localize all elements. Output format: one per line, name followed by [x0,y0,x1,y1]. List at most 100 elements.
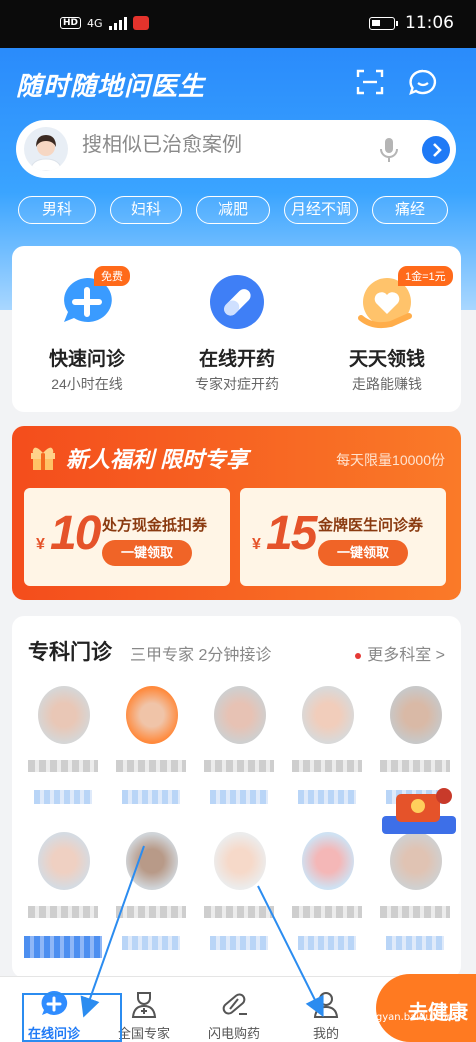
doctor-tag-blurred [386,936,444,950]
doctor-tag-blurred [210,936,268,950]
status-right: 11:06 [369,13,454,33]
doctor-card[interactable] [196,686,282,816]
pill-capsule-icon [222,993,247,1015]
doctor-name-blurred [380,760,450,772]
promo-subtitle: 每天限量10000份 [336,452,445,468]
doctor-card[interactable] [284,686,370,816]
doctor-name-blurred [28,906,98,918]
more-departments-label: 更多科室 > [367,647,445,664]
tag-dysmenorrhea[interactable]: 痛经 [372,196,448,224]
scan-icon[interactable] [356,68,384,96]
tab-label: 闪电购药 [207,1026,260,1041]
chevron-right-icon [433,143,442,157]
highlight-box [22,993,122,1042]
doctor-tag-blurred [210,790,268,804]
claim-button[interactable]: 一键领取 [102,540,192,566]
coupon-name: 金牌医生问诊券 [318,517,424,534]
doctor-card[interactable] [372,832,458,962]
more-departments-link[interactable]: 更多科室 > [355,641,445,665]
doctor-photo [214,686,266,744]
microphone-icon[interactable] [378,136,400,164]
coupon-amount: 15 [266,507,317,560]
status-bar: HD 4G 11:06 [0,0,476,48]
section-subtitle: 三甲专家 2分钟接诊 [130,647,272,664]
doctor-card[interactable] [284,832,370,962]
doctor-card[interactable] [20,832,106,962]
doctor-card[interactable] [108,832,194,962]
doctor-tag-blurred [34,790,92,804]
gift-icon [31,447,55,470]
doctor-tag-blurred [24,936,102,958]
service-daily-earn[interactable]: 1金=1元 天天领钱 走路能赚钱 [312,246,462,412]
service-quick-consult[interactable]: 免费 快速问诊 24小时在线 [12,246,162,412]
wechat-notification-icon [132,16,149,30]
promo-title: 新人福利 限时专享 [66,447,249,472]
doctor-card[interactable] [20,686,106,816]
network-label: 4G [87,16,103,30]
pill-icon [210,275,264,329]
coupon-name: 处方现金抵扣券 [102,517,208,534]
doctor-name-blurred [380,906,450,918]
doctor-card[interactable] [108,686,194,816]
doctor-avatar [24,127,68,171]
doctor-photo [214,832,266,890]
doctor-photo [390,686,442,744]
tag-gynecology[interactable]: 妇科 [110,196,182,224]
tag-irregular-menstruation[interactable]: 月经不调 [284,196,358,224]
doctor-name-blurred [116,906,186,918]
doctor-photo [38,686,90,744]
signal-icon [108,16,127,30]
search-bar[interactable] [16,120,456,178]
claim-button[interactable]: 一键领取 [318,540,408,566]
doctor-tag-blurred [298,936,356,950]
doctor-name-blurred [28,760,98,772]
coin-rate-badge: 1金=1元 [398,266,453,286]
doctor-name-blurred [204,906,274,918]
service-title: 天天领钱 [348,349,425,370]
red-packet-float-icon[interactable] [376,786,462,838]
quick-tags: 男科 妇科 减肥 月经不调 痛经 [18,196,448,224]
doctor-photo [126,686,178,744]
new-user-promo: 新人福利 限时专享 每天限量10000份 ¥ 10 处方现金抵扣券 一键领取 ¥… [12,426,461,600]
doctor-name-blurred [292,906,362,918]
tab-flash-pharmacy[interactable]: 闪电购药 [184,977,284,1042]
tag-andrology[interactable]: 男科 [18,196,96,224]
tab-me[interactable]: 我的 [276,977,376,1042]
section-title: 专科门诊 [28,641,112,664]
hd-indicator: HD [60,17,82,29]
coupon-currency: ¥ [36,536,45,553]
coupon-currency: ¥ [252,536,261,553]
watermark: jingyan.baidu.com [364,1012,457,1023]
doctor-name-blurred [292,760,362,772]
coupon-amount: 10 [50,507,101,560]
go-health-button[interactable]: 去健康 [376,974,476,1042]
doctor-photo [302,832,354,890]
doctor-tag-blurred [122,936,180,950]
service-title: 在线开药 [198,349,275,370]
red-dot-icon [355,652,362,659]
coupon-prescription[interactable]: ¥ 10 处方现金抵扣券 一键领取 [24,488,230,586]
app-title: 随时随地问医生 [16,71,206,101]
service-subtitle: 专家对症开药 [195,376,279,392]
doctor-photo [302,686,354,744]
search-input[interactable] [82,134,342,157]
clock: 11:06 [405,13,454,33]
tag-weight-loss[interactable]: 减肥 [196,196,270,224]
coupon-consultation[interactable]: ¥ 15 金牌医生问诊券 一键领取 [240,488,446,586]
message-icon[interactable] [408,68,438,98]
status-indicators: HD 4G [60,16,149,30]
service-subtitle: 24小时在线 [51,376,123,392]
doctor-tag-blurred [122,790,180,804]
search-button[interactable] [422,136,450,164]
service-subtitle: 走路能赚钱 [352,376,422,392]
doctor-photo [38,832,90,890]
doctor-card[interactable] [196,832,282,962]
service-title: 快速问诊 [48,349,125,370]
free-badge: 免费 [94,266,130,286]
doctor-photo [126,832,178,890]
doctor-icon [131,992,157,1018]
doctor-name-blurred [116,760,186,772]
service-online-prescription[interactable]: 在线开药 专家对症开药 [162,246,312,412]
doctor-name-blurred [204,760,274,772]
tab-label: 我的 [312,1026,339,1041]
